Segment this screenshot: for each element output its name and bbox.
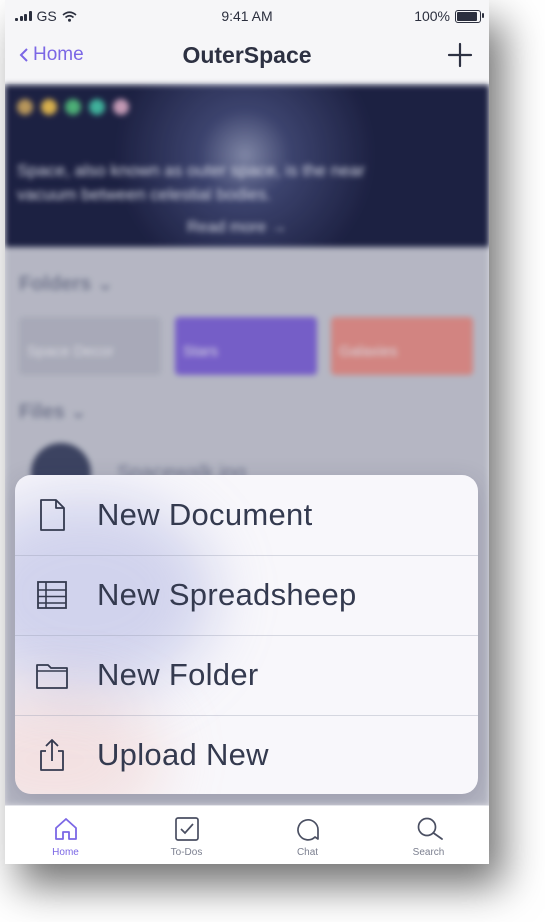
spreadsheet-icon — [37, 581, 67, 609]
tab-todos[interactable]: To-Dos — [126, 806, 247, 864]
new-folder-item[interactable]: New Folder — [15, 635, 478, 716]
menu-item-label: Upload New — [97, 737, 269, 772]
checkbox-icon — [175, 817, 199, 841]
tab-home[interactable]: Home — [5, 806, 126, 864]
tab-label: Chat — [296, 847, 319, 858]
menu-item-label: New Spreadsheep — [97, 577, 357, 612]
tab-search[interactable]: Search — [368, 806, 489, 864]
plus-icon[interactable] — [447, 42, 473, 68]
folder-icon — [36, 664, 68, 689]
home-icon — [55, 818, 77, 840]
phone-screen: GS 9:41 AM 100% Home OuterSpace Space, a… — [5, 0, 489, 864]
upload-icon — [40, 739, 64, 771]
menu-item-label: New Document — [97, 497, 313, 532]
battery-icon — [455, 9, 484, 23]
new-document-item[interactable]: New Document — [15, 475, 478, 556]
menu-item-label: New Folder — [97, 657, 259, 692]
action-menu: New Document New Spreadsheep New Folder … — [15, 475, 478, 794]
tab-bar: Home To-Dos Chat Search — [5, 805, 489, 864]
upload-new-item[interactable]: Upload New — [15, 715, 478, 794]
tab-label: Home — [52, 847, 79, 858]
tab-label: Search — [412, 847, 445, 858]
new-spreadsheep-item[interactable]: New Spreadsheep — [15, 555, 478, 636]
search-icon — [417, 817, 443, 840]
document-icon — [40, 499, 65, 531]
page-title: OuterSpace — [182, 42, 312, 68]
battery-percent: 100% — [414, 8, 450, 24]
navigation-bar: Home OuterSpace — [5, 32, 489, 85]
chat-icon — [297, 819, 319, 841]
tab-chat[interactable]: Chat — [247, 806, 368, 864]
status-bar: GS 9:41 AM 100% — [5, 0, 489, 32]
tab-label: To-Dos — [170, 847, 203, 858]
